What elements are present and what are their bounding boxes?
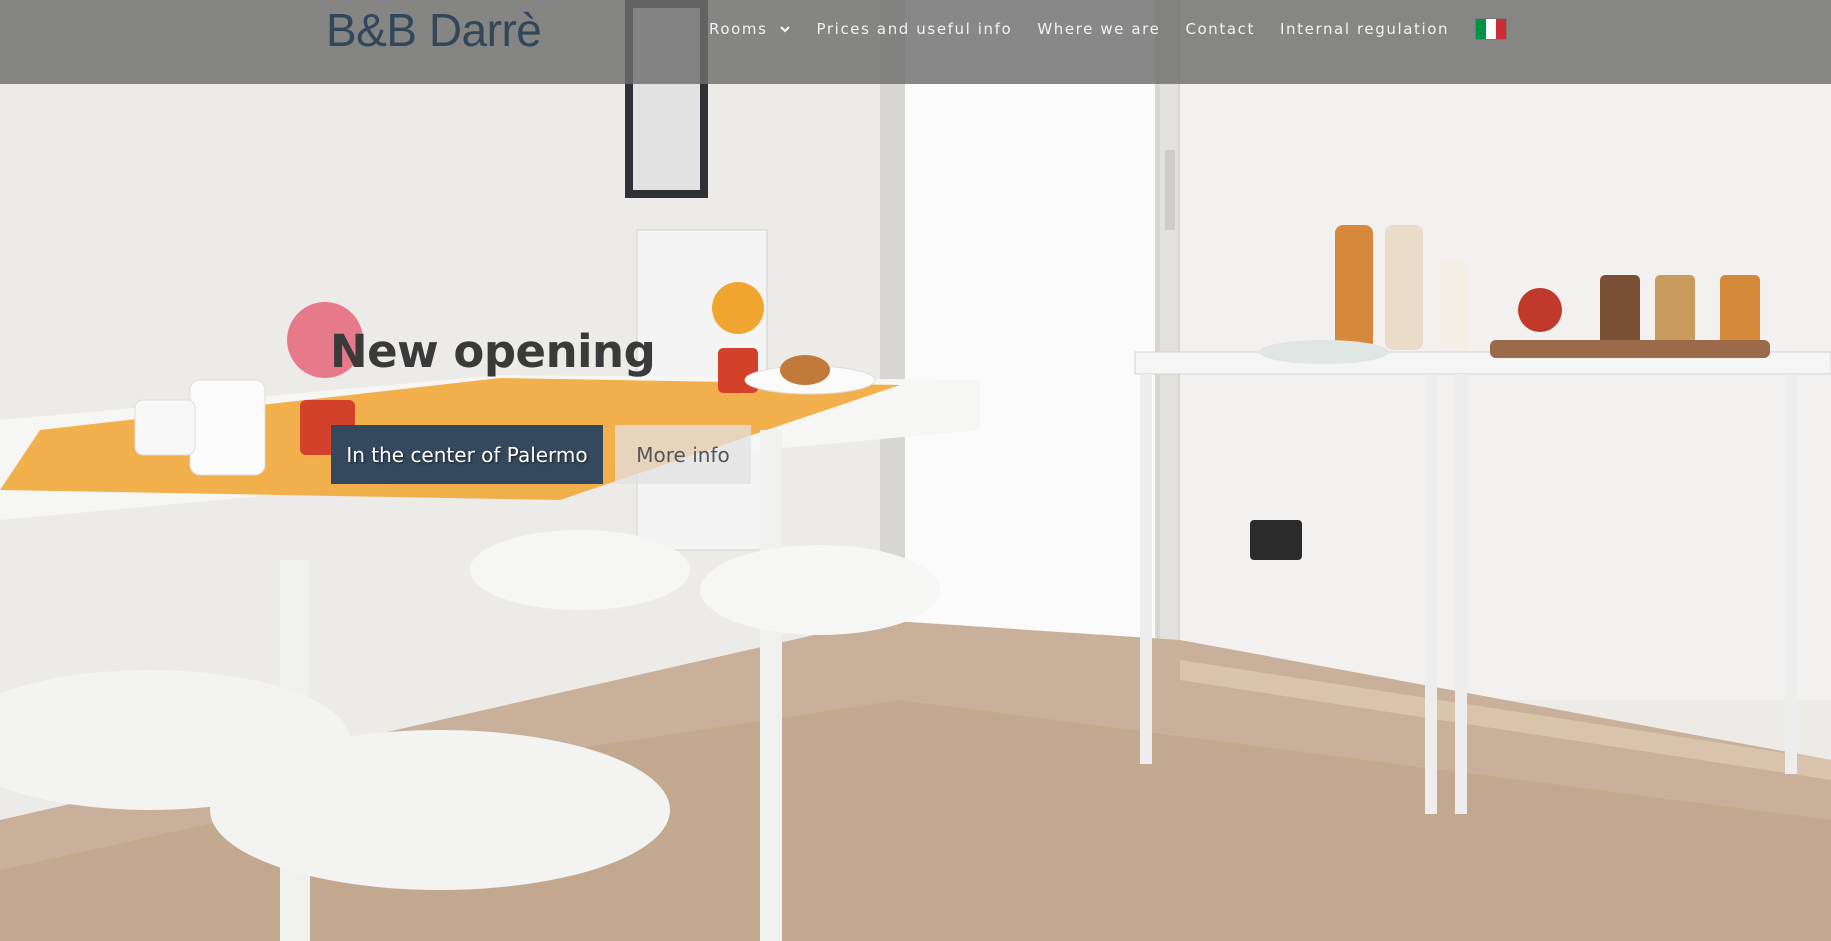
hero-background-image [0, 0, 1831, 941]
nav-item-rooms[interactable]: Rooms [709, 20, 792, 38]
italian-flag-icon[interactable] [1475, 18, 1508, 40]
hero-title: New opening [330, 325, 656, 378]
nav-item-label: Rooms [709, 20, 768, 38]
flag-stripe-red [1496, 19, 1507, 39]
main-navigation: Rooms Prices and useful info Where we ar… [709, 0, 1508, 58]
more-info-button[interactable]: More info [615, 425, 751, 484]
flag-stripe-green [1476, 19, 1487, 39]
center-of-palermo-button[interactable]: In the center of Palermo [331, 425, 603, 484]
nav-item-prices[interactable]: Prices and useful info [817, 20, 1013, 38]
site-header: B&B Darrè Rooms Prices and useful info W… [0, 0, 1831, 84]
nav-item-internal-regulation[interactable]: Internal regulation [1280, 20, 1449, 38]
flag-stripe-white [1486, 19, 1497, 39]
nav-item-where-we-are[interactable]: Where we are [1037, 20, 1160, 38]
site-logo[interactable]: B&B Darrè [326, 4, 542, 56]
chevron-down-icon [779, 26, 790, 33]
nav-item-contact[interactable]: Contact [1185, 20, 1255, 38]
